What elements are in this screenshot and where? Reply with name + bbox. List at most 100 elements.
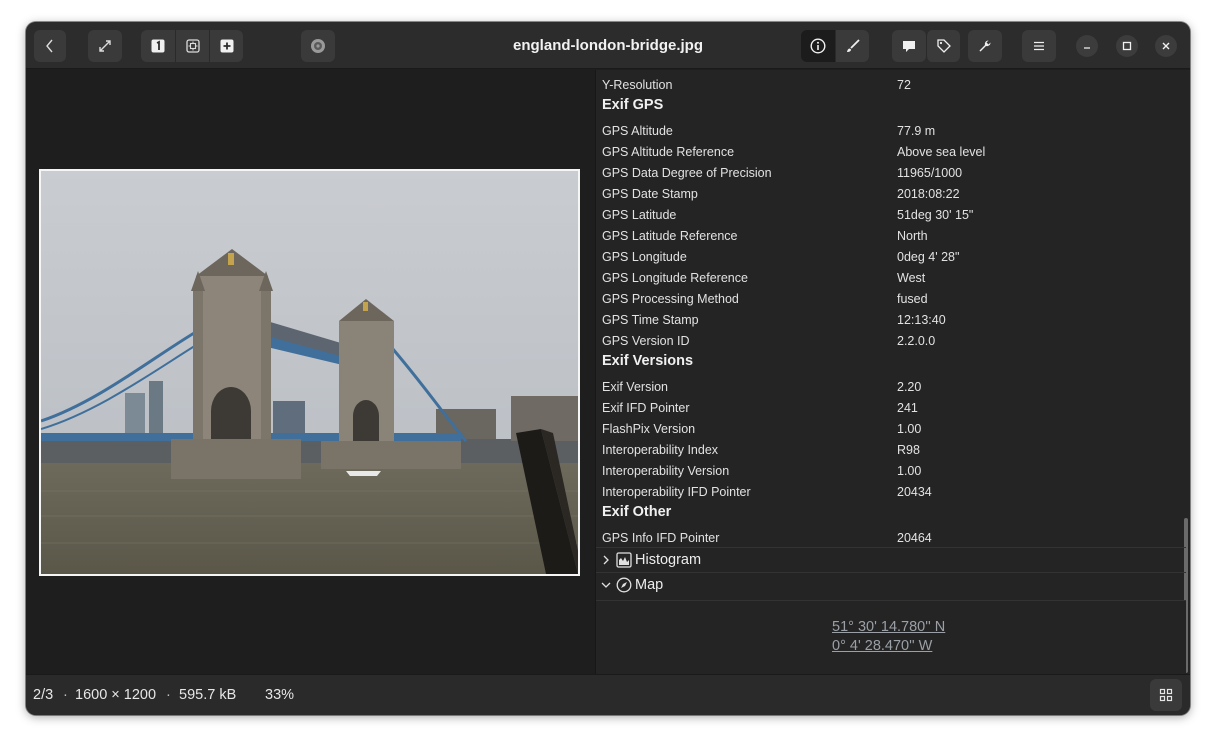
property-value: 51deg 30' 15" xyxy=(897,208,974,222)
property-value: 72 xyxy=(897,78,911,92)
back-button[interactable] xyxy=(34,30,66,62)
minimize-icon xyxy=(1084,47,1090,49)
map-label: Map xyxy=(635,577,664,593)
map-expander[interactable]: Map xyxy=(596,572,1186,597)
zoom-fill-icon xyxy=(220,39,233,53)
property-value: 11965/1000 xyxy=(897,166,963,180)
wrench-icon xyxy=(979,40,991,52)
property-value: West xyxy=(897,271,926,285)
property-value: 20434 xyxy=(897,485,932,499)
image-viewer-window: england-london-bridge.jpg Y-Resolution 7… xyxy=(26,22,1190,715)
zoom-fill-button[interactable] xyxy=(209,30,243,62)
edit-toggle-button[interactable] xyxy=(835,30,869,62)
property-key: GPS Latitude xyxy=(602,208,677,222)
property-key: Interoperability IFD Pointer xyxy=(602,485,751,499)
rotate-button[interactable] xyxy=(301,30,335,62)
image-position: 2/3 xyxy=(33,687,54,703)
property-value: Above sea level xyxy=(897,145,986,159)
section-heading: Exif GPS xyxy=(602,97,664,113)
maximize-button[interactable] xyxy=(1116,35,1138,57)
compass-icon xyxy=(616,577,632,593)
section-heading: Exif Versions xyxy=(602,353,694,369)
image-dimensions: 1600 × 1200 xyxy=(75,687,157,703)
property-value: fused xyxy=(897,292,928,306)
property-value: 12:13:40 xyxy=(897,313,946,327)
zoom-fit-icon xyxy=(185,39,200,53)
histogram-expander[interactable]: Histogram xyxy=(596,547,1186,572)
fullscreen-button[interactable] xyxy=(88,30,122,62)
property-value: 1.00 xyxy=(897,464,922,478)
separator: · xyxy=(166,687,171,703)
zoom-original-button[interactable] xyxy=(141,30,175,62)
separator: · xyxy=(63,687,68,703)
longitude-link[interactable]: 0° 4' 28.470'' W xyxy=(832,638,932,654)
disc-icon xyxy=(311,39,325,53)
property-value: R98 xyxy=(897,443,920,457)
property-key: GPS Altitude Reference xyxy=(602,145,735,159)
zoom-original-icon xyxy=(151,39,165,53)
property-key: GPS Date Stamp xyxy=(602,187,698,201)
property-value: 77.9 m xyxy=(897,124,936,138)
latitude-link[interactable]: 51° 30' 14.780'' N xyxy=(832,619,945,635)
property-value: 2018:08:22 xyxy=(897,187,960,201)
property-key: GPS Version ID xyxy=(602,334,690,348)
maximize-icon xyxy=(1122,41,1132,51)
brush-icon xyxy=(846,39,860,52)
tag-button[interactable] xyxy=(926,30,960,62)
property-key: Y-Resolution xyxy=(602,78,673,92)
property-key: Interoperability Index xyxy=(602,443,719,457)
comment-icon xyxy=(903,41,915,52)
info-toggle-button[interactable] xyxy=(801,30,835,62)
status-bar: 2/3 · 1600 × 1200 · 595.7 kB 33% xyxy=(26,674,1190,715)
tag-icon xyxy=(936,39,951,53)
sidebar-mode-group xyxy=(801,30,869,62)
zoom-mode-group xyxy=(141,30,243,62)
file-size: 595.7 kB xyxy=(179,687,237,703)
property-value: 0deg 4' 28" xyxy=(897,250,960,264)
tools-button[interactable] xyxy=(968,30,1002,62)
property-value: 1.00 xyxy=(897,422,922,436)
property-value: 20464 xyxy=(897,531,932,545)
property-key: Interoperability Version xyxy=(602,464,730,478)
property-key: GPS Longitude xyxy=(602,250,687,264)
comment-button[interactable] xyxy=(892,30,926,62)
properties-sidebar: Y-Resolution 72 Exif GPS GPS Altitude 77.9 m… xyxy=(595,70,1190,674)
property-key: GPS Data Degree of Precision xyxy=(602,166,772,180)
section-heading: Exif Other xyxy=(602,504,672,520)
gallery-button[interactable] xyxy=(1150,679,1182,711)
histogram-icon xyxy=(616,552,632,568)
chevron-left-icon xyxy=(46,39,53,53)
close-button[interactable] xyxy=(1155,35,1177,57)
property-value: North xyxy=(897,229,928,243)
close-icon xyxy=(1162,42,1170,50)
zoom-level[interactable]: 33% xyxy=(265,687,294,703)
property-key: GPS Time Stamp xyxy=(602,313,699,327)
property-key: GPS Longitude Reference xyxy=(602,271,748,285)
info-icon xyxy=(810,38,826,54)
property-key: GPS Altitude xyxy=(602,124,673,138)
chevron-down-icon xyxy=(598,580,614,590)
property-key: GPS Info IFD Pointer xyxy=(602,531,720,545)
property-value: 2.2.0.0 xyxy=(897,334,936,348)
chevron-right-icon xyxy=(598,555,614,565)
map-panel: 51° 30' 14.780'' N 0° 4' 28.470'' W xyxy=(596,600,1186,674)
property-key: Exif Version xyxy=(602,380,669,394)
property-key: FlashPix Version xyxy=(602,422,696,436)
window-title: england-london-bridge.jpg xyxy=(513,37,703,54)
property-value: 241 xyxy=(897,401,918,415)
expand-diagonal-icon xyxy=(99,40,111,52)
main-menu-button[interactable] xyxy=(1022,30,1056,62)
grid-icon xyxy=(1159,688,1173,702)
image-canvas[interactable] xyxy=(26,70,596,674)
photo-tower-bridge xyxy=(39,169,580,576)
property-key: Exif IFD Pointer xyxy=(602,401,690,415)
zoom-fit-button[interactable] xyxy=(175,30,209,62)
property-key: GPS Latitude Reference xyxy=(602,229,738,243)
property-key: GPS Processing Method xyxy=(602,292,739,306)
minimize-button[interactable] xyxy=(1076,35,1098,57)
property-value: 2.20 xyxy=(897,380,922,394)
metadata-list[interactable]: Y-Resolution 72 Exif GPS GPS Altitude 77.9 m… xyxy=(596,70,1190,547)
histogram-label: Histogram xyxy=(635,552,702,568)
header-bar: england-london-bridge.jpg xyxy=(26,22,1190,69)
hamburger-menu-icon xyxy=(1034,41,1044,51)
